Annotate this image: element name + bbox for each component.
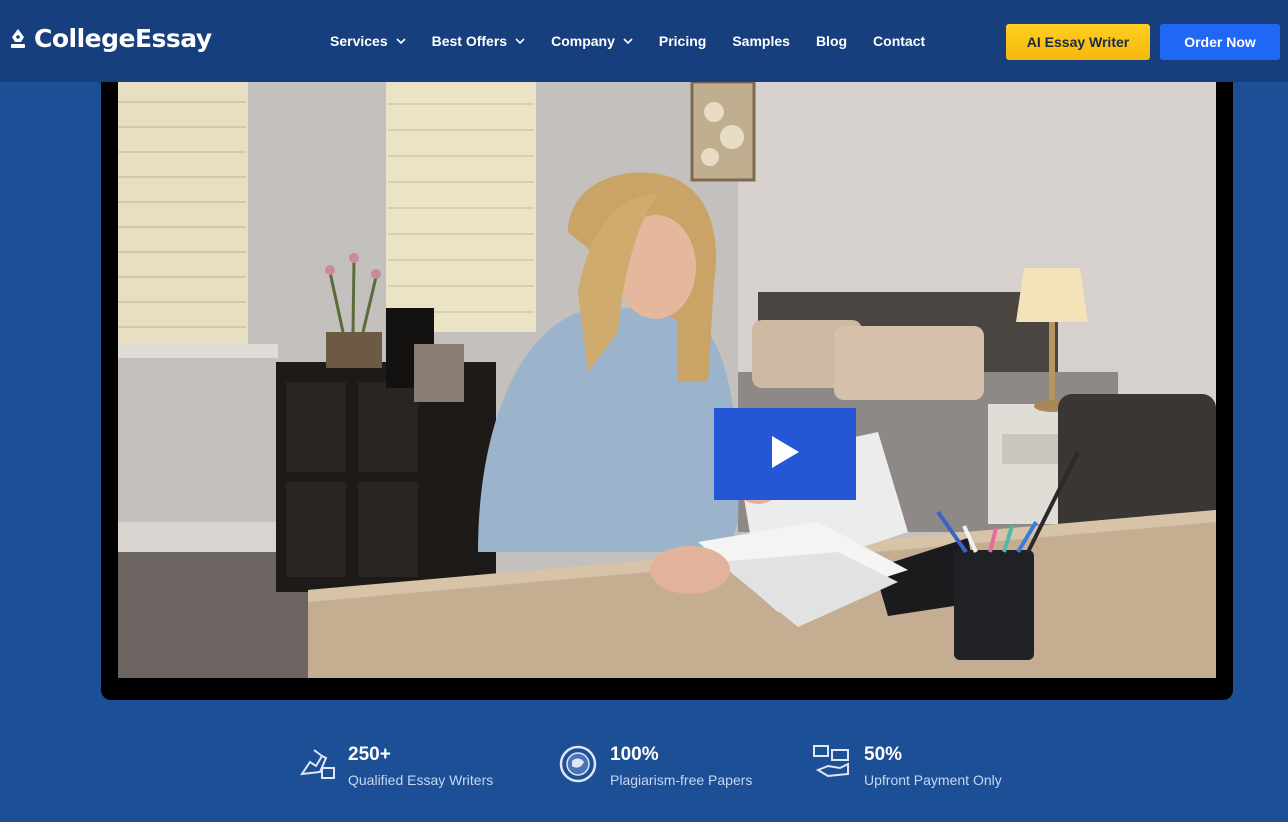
- stat-label: Plagiarism-free Papers: [610, 772, 753, 788]
- chevron-down-icon: [396, 38, 406, 44]
- site-header: CollegeEssay Services Best Offers Compan…: [0, 0, 1288, 82]
- logo-text: CollegeEssay: [34, 24, 212, 53]
- nav-item-company[interactable]: Company: [551, 33, 633, 49]
- pen-nib-icon: [8, 28, 28, 50]
- stat-payment: 50% Upfront Payment Only: [812, 744, 1002, 788]
- globe-badge-icon: [558, 744, 598, 784]
- stat-plagiarism: 100% Plagiarism-free Papers: [558, 744, 752, 788]
- nav-item-services[interactable]: Services: [330, 33, 406, 49]
- stat-label: Upfront Payment Only: [864, 772, 1002, 788]
- nav-label: Company: [551, 33, 615, 49]
- order-now-button[interactable]: Order Now: [1160, 24, 1280, 60]
- stat-label: Qualified Essay Writers: [348, 772, 494, 788]
- ai-essay-writer-button[interactable]: AI Essay Writer: [1006, 24, 1150, 60]
- logo[interactable]: CollegeEssay: [8, 24, 212, 53]
- stat-value: 250+: [348, 744, 391, 765]
- nav-item-pricing[interactable]: Pricing: [659, 33, 706, 49]
- stat-value: 100%: [610, 744, 659, 765]
- nav-label: Best Offers: [431, 33, 508, 49]
- payment-hand-icon: [812, 744, 852, 780]
- writer-hand-icon: [296, 744, 336, 780]
- nav-label: Blog: [815, 33, 848, 49]
- nav-item-best-offers[interactable]: Best Offers: [432, 33, 525, 49]
- nav-label: Samples: [732, 33, 790, 49]
- play-icon: [770, 435, 800, 474]
- main-nav: Services Best Offers Company Pricing Sam…: [330, 0, 951, 82]
- nav-label: Pricing: [658, 33, 707, 49]
- video-thumbnail: [118, 82, 1216, 678]
- video-player[interactable]: [101, 82, 1233, 700]
- nav-item-samples[interactable]: Samples: [732, 33, 790, 49]
- chevron-down-icon: [515, 38, 525, 44]
- chevron-down-icon: [623, 38, 633, 44]
- nav-label: Contact: [873, 33, 926, 49]
- nav-item-blog[interactable]: Blog: [816, 33, 847, 49]
- nav-label: Services: [330, 33, 388, 49]
- nav-item-contact[interactable]: Contact: [873, 33, 925, 49]
- stats-bar: 250+ Qualified Essay Writers 100% Plagia…: [296, 744, 1056, 804]
- stat-writers: 250+ Qualified Essay Writers: [296, 744, 493, 788]
- stat-value: 50%: [864, 744, 903, 765]
- play-button[interactable]: [714, 408, 856, 500]
